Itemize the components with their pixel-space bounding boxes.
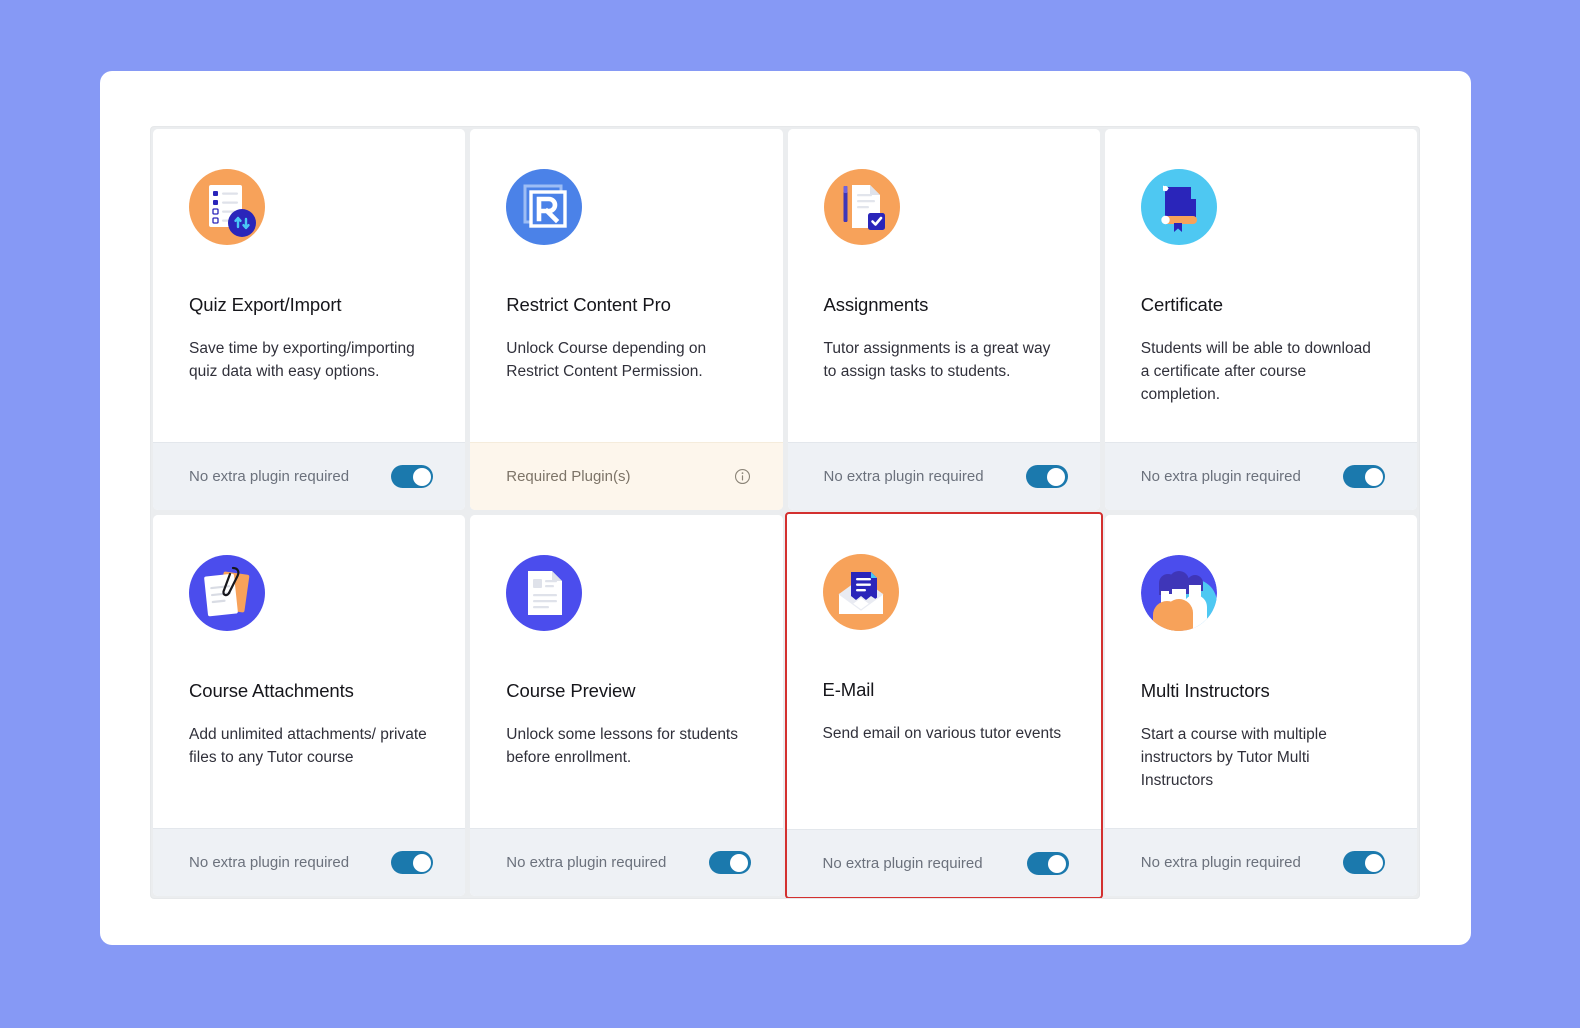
feature-card-assignments[interactable]: Assignments Tutor assignments is a great… (787, 129, 1100, 510)
card-title: Restrict Content Pro (506, 294, 671, 315)
footer-label: No extra plugin required (189, 468, 350, 485)
card-description: Students will be able to download a cert… (1140, 340, 1371, 403)
card-title: Assignments (823, 294, 929, 315)
card-body: Multi Instructors Start a course with mu… (1104, 515, 1417, 828)
enable-toggle-assignments[interactable] (1025, 465, 1068, 488)
footer-label: No extra plugin required (189, 854, 350, 871)
card-title: Multi Instructors (1140, 680, 1270, 701)
toggle-knob (1047, 467, 1066, 486)
feature-card-quiz-export-import[interactable]: Quiz Export/Import Save time by exportin… (153, 129, 466, 510)
card-title: Certificate (1140, 294, 1223, 315)
enable-toggle-quiz-export-import[interactable] (391, 465, 434, 488)
feature-card-course-preview[interactable]: Course Preview Unlock some lessons for s… (470, 515, 783, 896)
certificate-icon (1140, 169, 1217, 245)
card-body: Course Attachments Add unlimited attachm… (153, 515, 466, 828)
footer-label: No extra plugin required (822, 855, 983, 872)
card-footer: No extra plugin required (470, 828, 783, 896)
toggle-knob (1048, 854, 1067, 873)
card-description: Save time by exporting/importing quiz da… (189, 340, 415, 381)
feature-card-restrict-content-pro[interactable]: Restrict Content Pro Unlock Course depen… (470, 129, 783, 510)
toggle-knob (412, 467, 431, 486)
card-description: Unlock Course depending on Restrict Cont… (506, 340, 707, 381)
card-body: Certificate Students will be able to dow… (1104, 129, 1417, 442)
card-description: Add unlimited attachments/ private files… (189, 726, 427, 767)
restrict-content-pro-icon (506, 169, 583, 245)
card-description: Unlock some lessons for students before … (506, 726, 738, 767)
settings-panel: Quiz Export/Import Save time by exportin… (100, 71, 1471, 945)
course-preview-icon (506, 555, 583, 631)
feature-card-certificate[interactable]: Certificate Students will be able to dow… (1104, 129, 1417, 510)
card-title: Course Attachments (189, 680, 354, 701)
enable-toggle-course-attachments[interactable] (391, 851, 434, 874)
toggle-knob (1364, 467, 1383, 486)
footer-label: No extra plugin required (1140, 468, 1301, 485)
toggle-knob (412, 853, 431, 872)
toggle-knob (730, 853, 748, 872)
feature-card-e-mail[interactable]: E-Mail Send email on various tutor event… (784, 512, 1103, 898)
enable-toggle-certificate[interactable] (1343, 465, 1385, 488)
card-body: E-Mail Send email on various tutor event… (786, 514, 1101, 829)
card-footer: No extra plugin required (1104, 442, 1417, 510)
card-body: Quiz Export/Import Save time by exportin… (153, 129, 466, 442)
assignments-icon (823, 169, 900, 245)
course-attachments-icon (189, 555, 265, 631)
card-title: Course Preview (506, 680, 636, 701)
enable-toggle-e-mail[interactable] (1026, 852, 1069, 875)
card-description: Start a course with multiple instructors… (1140, 726, 1327, 789)
card-body: Assignments Tutor assignments is a great… (787, 129, 1100, 442)
card-footer: No extra plugin required (153, 828, 466, 896)
card-body: Course Preview Unlock some lessons for s… (470, 515, 783, 828)
quiz-export-import-icon (189, 169, 265, 245)
feature-addons-grid: Quiz Export/Import Save time by exportin… (150, 126, 1420, 899)
toggle-knob (1364, 853, 1383, 872)
card-title: E-Mail (822, 679, 875, 700)
card-footer: No extra plugin required (1104, 828, 1417, 896)
card-title: Quiz Export/Import (189, 294, 342, 315)
card-footer: No extra plugin required (787, 442, 1100, 510)
email-icon (822, 554, 899, 630)
card-footer: No extra plugin required (786, 829, 1101, 897)
footer-label: No extra plugin required (1140, 854, 1301, 871)
multi-instructors-icon (1140, 555, 1217, 631)
card-description: Tutor assignments is a great way to assi… (823, 340, 1051, 381)
footer-label: Required Plugin(s) (506, 468, 631, 485)
card-footer: Required Plugin(s) (470, 442, 783, 510)
feature-card-multi-instructors[interactable]: Multi Instructors Start a course with mu… (1104, 515, 1417, 896)
enable-toggle-multi-instructors[interactable] (1343, 851, 1385, 874)
enable-toggle-course-preview[interactable] (708, 851, 751, 874)
info-icon[interactable] (734, 468, 751, 485)
card-description: Send email on various tutor events (822, 725, 1062, 743)
card-footer: No extra plugin required (153, 442, 466, 510)
feature-card-course-attachments[interactable]: Course Attachments Add unlimited attachm… (153, 515, 466, 896)
footer-label: No extra plugin required (823, 468, 984, 485)
card-body: Restrict Content Pro Unlock Course depen… (470, 129, 783, 442)
footer-label: No extra plugin required (506, 854, 667, 871)
